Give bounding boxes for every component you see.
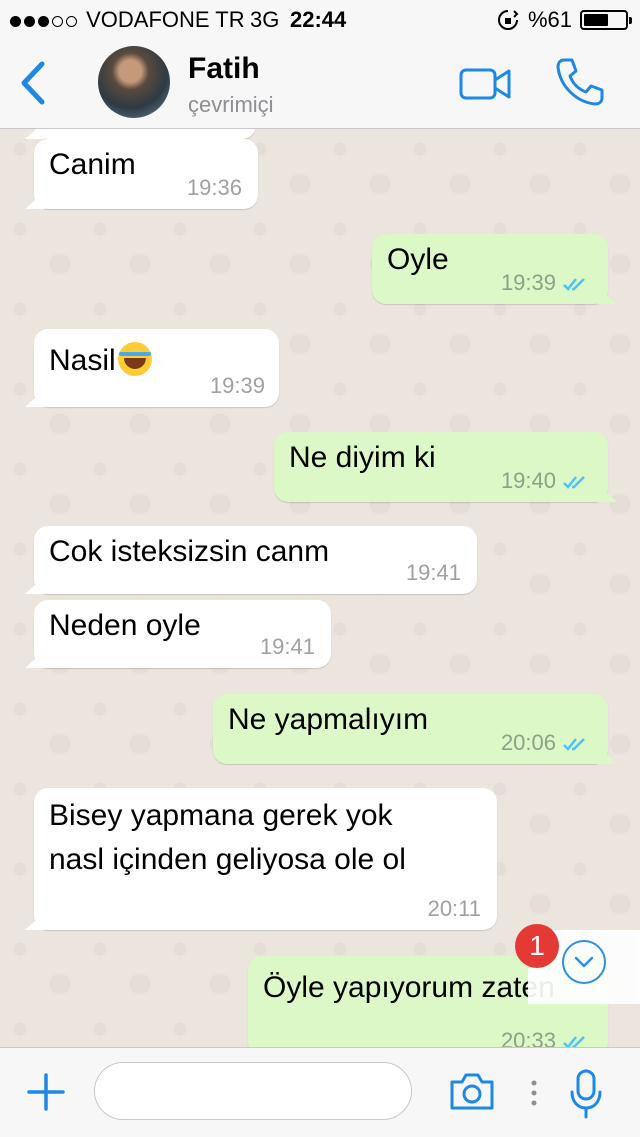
message-bubble[interactable]: Canim 19:36 [34,139,258,209]
face-with-tears-of-joy-icon [117,342,152,376]
network-type: 3G [250,7,280,32]
battery-percent: %61 [527,7,572,32]
contact-status: çevrimiçi [188,92,274,117]
status-bar: VODAFONE TR 3G 22:44 %61 [0,0,640,40]
video-camera-icon[interactable] [458,62,512,106]
more-dots-icon[interactable] [530,1080,538,1106]
message-bubble[interactable]: Ne diyim ki 19:40 [274,432,608,502]
message-text: Ne yapmalıyım [228,703,429,736]
plus-icon[interactable] [26,1072,66,1112]
contact-name[interactable]: Fatih [188,52,260,86]
chat-area[interactable]: Canim 19:36 Oyle 19:39 Nasil 19:39 Ne di… [0,129,640,1047]
message-text: Neden oyle [49,609,201,642]
status-time: 22:44 [290,7,347,32]
status-right: %61 [496,0,632,40]
signal-strength-icon [10,7,80,32]
read-ticks-icon [563,1036,585,1047]
message-text: Ne diyim ki [289,441,436,474]
read-ticks-icon [563,278,585,291]
message-text: Nasil [49,339,152,383]
message-bubble[interactable]: Bisey yapmana gerek yok nasl içinden gel… [34,788,497,930]
battery-icon [580,10,632,30]
read-ticks-icon [563,738,585,751]
message-bubble-partial [34,129,256,139]
message-time: 19:40 [500,468,556,493]
message-input[interactable] [94,1062,412,1120]
message-bubble[interactable]: Oyle 19:39 [372,234,608,304]
message-time: 20:11 [427,896,481,921]
message-time: 20:06 [500,730,556,755]
chevron-left-icon[interactable] [14,58,54,108]
message-time: 19:41 [259,634,315,659]
avatar[interactable] [98,46,170,118]
carrier-info: VODAFONE TR [10,0,245,40]
message-text-line-1: Bisey yapmana gerek yok [49,799,393,832]
phone-icon[interactable] [554,56,606,108]
message-text: Canim [49,148,136,181]
message-text: Cok isteksizsin canm [49,535,330,568]
message-bubble[interactable]: Ne yapmalıyım 20:06 [213,694,608,764]
carrier-name: VODAFONE TR [86,7,245,32]
message-time: 19:36 [186,175,242,200]
input-bar [0,1047,640,1137]
chevron-down-icon [562,940,606,984]
message-bubble[interactable]: Neden oyle 19:41 [34,600,331,668]
message-time: 19:39 [209,373,265,398]
message-text: Öyle yapıyorum zaten [263,971,555,1004]
message-bubble[interactable]: Nasil 19:39 [34,329,279,407]
microphone-icon[interactable] [568,1068,604,1120]
message-time: 19:39 [500,270,556,295]
message-time: 20:33 [500,1028,556,1047]
camera-icon[interactable] [448,1070,496,1112]
message-text-line-2: nasl içinden geliyosa ole ol [49,843,406,876]
message-text: Oyle [387,243,449,276]
chat-header: Fatih çevrimiçi [0,40,640,129]
read-ticks-icon [563,476,585,489]
message-bubble[interactable]: Cok isteksizsin canm 19:41 [34,526,477,594]
unread-count-badge: 1 [515,924,559,968]
message-time: 19:41 [405,560,461,585]
orientation-lock-icon [497,10,519,30]
